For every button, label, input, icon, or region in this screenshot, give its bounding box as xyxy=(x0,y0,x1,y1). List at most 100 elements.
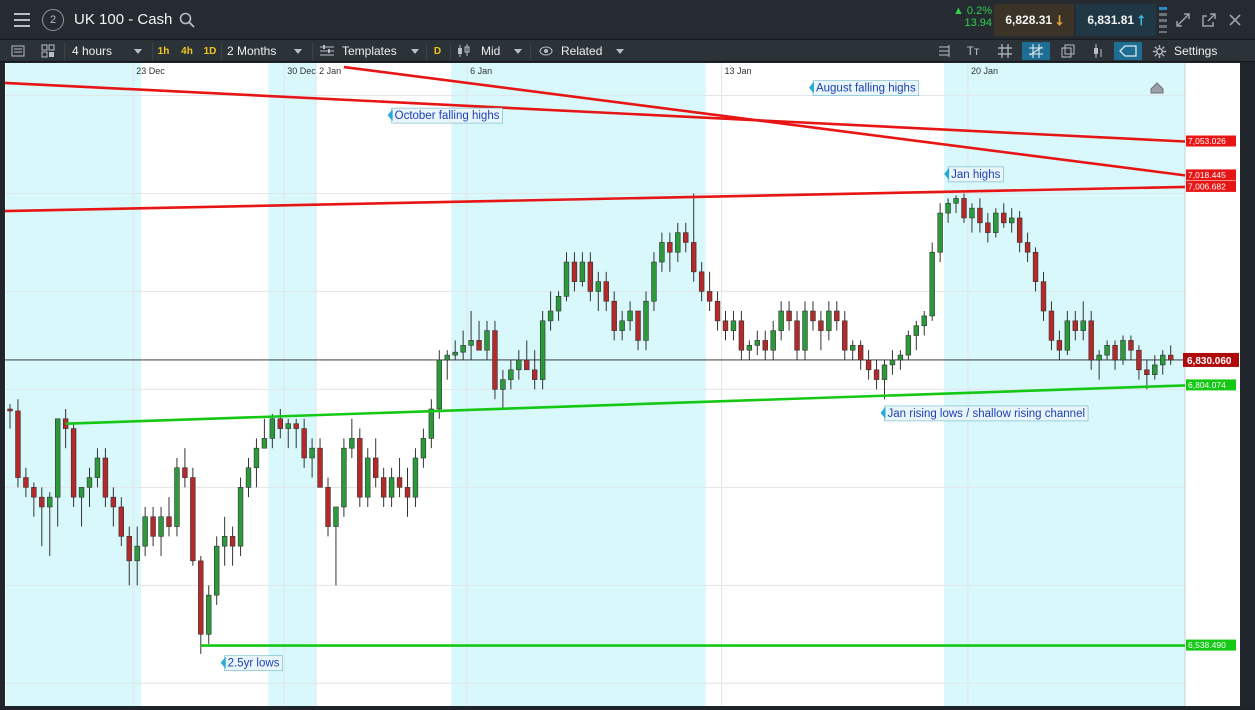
candle-body xyxy=(619,320,625,331)
candle-body xyxy=(1024,242,1031,253)
trendline-icon xyxy=(1029,44,1043,58)
tag-icon xyxy=(1119,45,1137,57)
range-select[interactable]: 2 Months xyxy=(221,42,311,60)
buy-price-button[interactable]: 6,831.81 ⭡ xyxy=(1076,4,1156,36)
popout-icon[interactable] xyxy=(1201,12,1217,28)
settings-label: Settings xyxy=(1174,44,1218,58)
annotation-text: August falling highs xyxy=(816,83,916,95)
price-chart[interactable]: 23 Dec30 Dec2 Jan6 Jan13 Jan20 Jan6,500.… xyxy=(0,63,1255,706)
interval-select[interactable]: 4 hours xyxy=(64,42,150,60)
candle-body xyxy=(174,467,180,527)
candle-body xyxy=(722,320,729,331)
candle-body xyxy=(460,345,466,353)
candle-body xyxy=(667,242,673,253)
candle-body xyxy=(492,330,498,390)
candle-body xyxy=(945,202,951,214)
candle-body xyxy=(245,467,252,488)
annotation-text: October falling highs xyxy=(395,110,500,122)
layout-grid-icon[interactable] xyxy=(40,42,56,60)
candle-body xyxy=(301,428,307,459)
drawing-list-icon[interactable] xyxy=(936,42,952,60)
candle xyxy=(929,242,935,321)
candle-body xyxy=(229,536,236,547)
candle-body xyxy=(579,261,586,282)
candle-body xyxy=(277,418,283,429)
d-tag[interactable]: D xyxy=(426,42,448,60)
candle-body xyxy=(627,310,633,322)
candle-body xyxy=(849,345,856,351)
annotation-3: Jan rising lows / shallow rising channel xyxy=(880,405,1089,422)
candle-body xyxy=(206,594,212,635)
candle-body xyxy=(78,487,85,498)
text-tool-icon[interactable]: Tт xyxy=(962,42,984,60)
windows-icon[interactable] xyxy=(1060,42,1076,60)
candle-body xyxy=(476,340,482,351)
candle-body xyxy=(595,281,602,292)
quick-interval-1h[interactable]: 1h xyxy=(152,42,174,60)
candle-body xyxy=(1040,281,1047,312)
settings-button[interactable]: Settings xyxy=(1152,42,1248,60)
expand-icon[interactable] xyxy=(1175,12,1191,28)
sell-price-button[interactable]: 6,828.31 ⭣ xyxy=(994,4,1074,36)
candle-body xyxy=(444,354,450,361)
candle-body xyxy=(810,310,816,322)
candle-body xyxy=(1008,217,1015,224)
candle-body xyxy=(1064,320,1071,351)
candle-body xyxy=(372,457,379,478)
layout-number-badge[interactable]: 2 xyxy=(42,9,64,31)
candle-body xyxy=(1120,340,1126,361)
candle-body xyxy=(635,310,641,341)
candle-body xyxy=(730,320,737,331)
candle-body xyxy=(1001,212,1007,224)
change-percent: 0.2% xyxy=(966,5,992,17)
grid-icon[interactable] xyxy=(997,42,1013,60)
candle-body xyxy=(166,516,172,527)
candle-body xyxy=(683,232,689,243)
list-icon[interactable] xyxy=(10,42,26,60)
templates-select[interactable]: Templates xyxy=(312,42,424,60)
search-icon[interactable] xyxy=(179,12,195,28)
candle-body xyxy=(110,496,117,508)
candle-body xyxy=(1016,217,1023,243)
price-mode-select[interactable]: Mid xyxy=(450,42,530,60)
indicator-icon[interactable] xyxy=(1090,42,1106,60)
related-select[interactable]: Related xyxy=(530,42,630,60)
instrument-title[interactable]: UK 100 - Cash xyxy=(74,11,172,28)
candle-body xyxy=(285,423,291,429)
x-tick-label: 2 Jan xyxy=(319,66,341,76)
candle-body xyxy=(1080,320,1086,331)
candle-body xyxy=(1144,369,1150,376)
candle-body xyxy=(7,408,13,412)
candle-body xyxy=(818,320,824,331)
candle-body xyxy=(921,315,927,327)
candle xyxy=(15,399,21,488)
quick-interval-1d[interactable]: 1D xyxy=(199,42,221,60)
templates-icon xyxy=(320,45,334,56)
candle-body xyxy=(333,506,339,527)
candle-body xyxy=(484,330,490,351)
candle-body xyxy=(1136,349,1142,371)
candle-body xyxy=(969,207,975,219)
chevron-down-icon xyxy=(410,48,419,54)
candle-body xyxy=(452,351,458,356)
chevron-down-icon xyxy=(616,48,625,54)
candle-body xyxy=(961,198,967,219)
quick-interval-4h[interactable]: 4h xyxy=(176,42,198,60)
tag-tool-button[interactable] xyxy=(1114,42,1142,60)
price-change: ▲ 0.2% 13.94 xyxy=(952,5,992,35)
scroll-indicator-icon[interactable] xyxy=(1158,6,1168,34)
close-icon[interactable] xyxy=(1227,12,1243,28)
trendline-tool-button[interactable] xyxy=(1022,42,1050,60)
candle-body xyxy=(1048,310,1055,341)
candle-body xyxy=(603,281,609,302)
gear-icon xyxy=(1152,44,1167,58)
candle-body xyxy=(412,457,419,498)
candle-body xyxy=(754,340,761,346)
candle-body xyxy=(341,447,347,508)
chevron-down-icon xyxy=(294,48,303,54)
menu-icon[interactable] xyxy=(8,7,36,33)
candle-body xyxy=(293,423,299,429)
candle-body xyxy=(857,345,864,361)
candle-body xyxy=(1160,354,1166,366)
x-tick-label: 13 Jan xyxy=(725,66,752,76)
